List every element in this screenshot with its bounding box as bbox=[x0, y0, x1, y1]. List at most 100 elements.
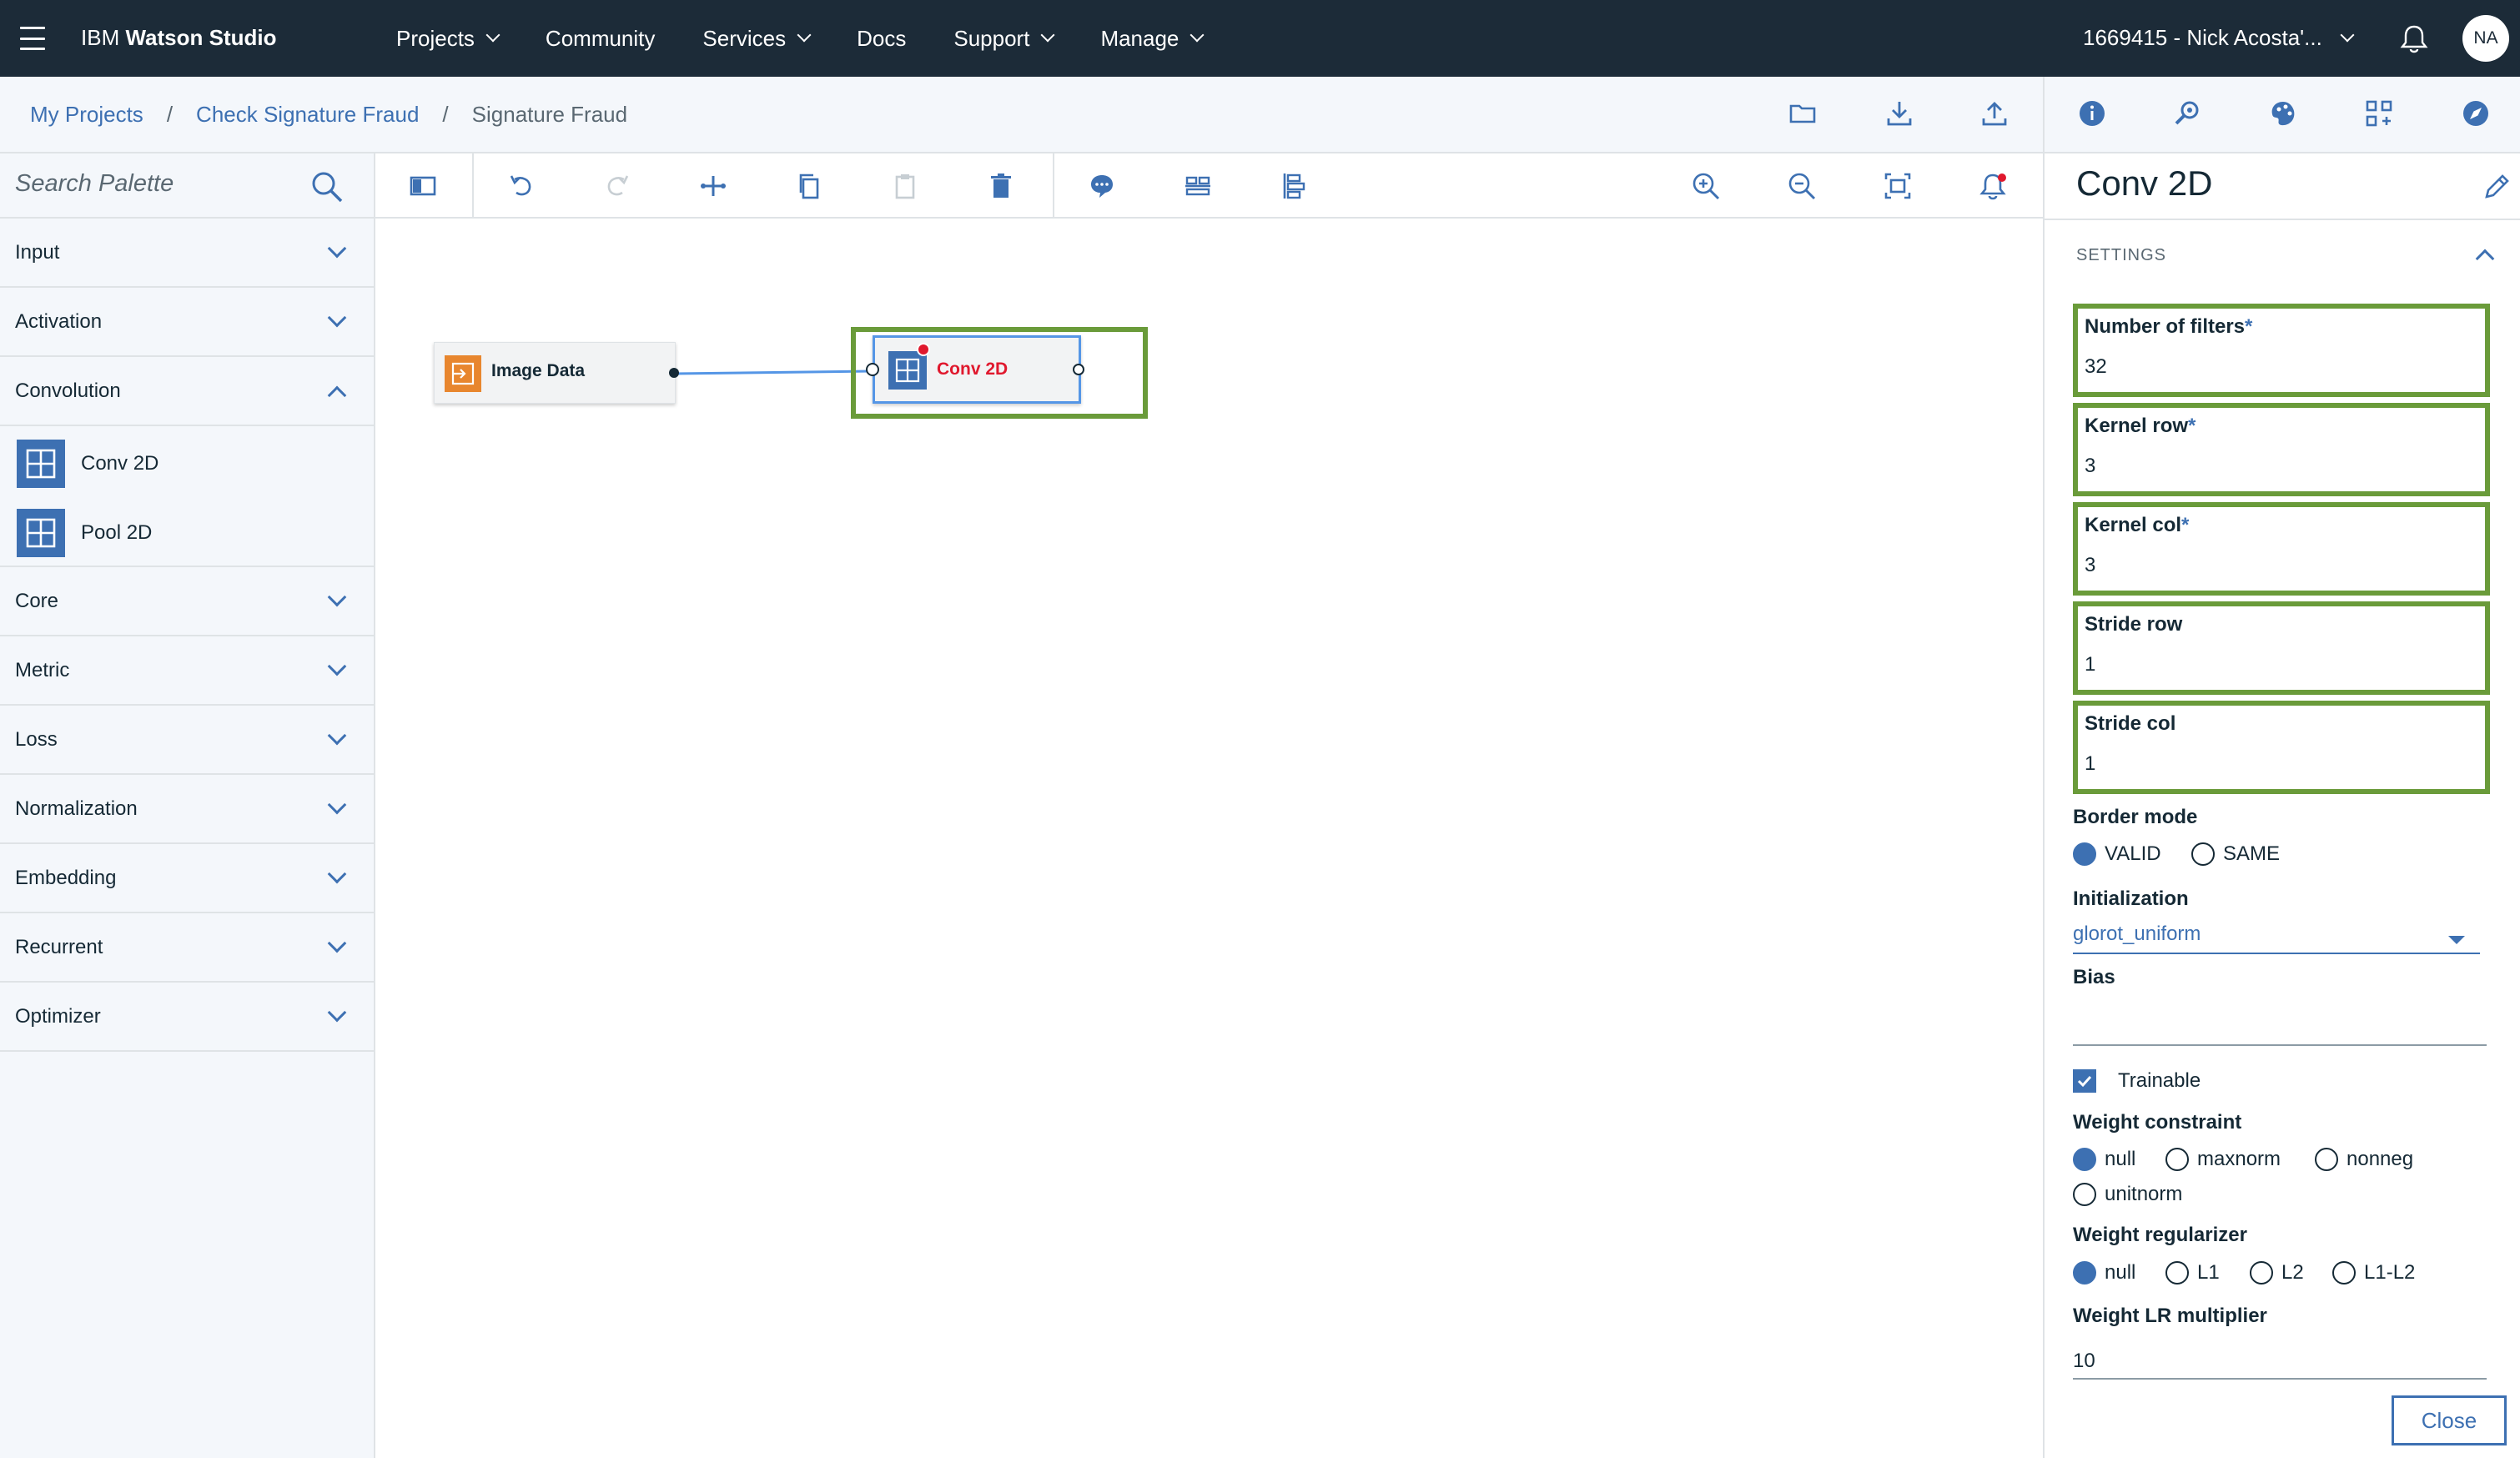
node-conv-2d[interactable]: Conv 2D bbox=[866, 335, 1084, 404]
radio-unselected-icon bbox=[2332, 1261, 2356, 1285]
search-input[interactable] bbox=[15, 170, 299, 198]
node-image-data[interactable]: Image Data bbox=[434, 342, 679, 404]
palette-category-recurrent[interactable]: Recurrent bbox=[0, 913, 375, 983]
align-vertical-icon[interactable] bbox=[1277, 169, 1310, 203]
field-label: Stride col bbox=[2085, 712, 2175, 736]
chevron-down-icon bbox=[327, 1003, 347, 1023]
zoom-out-icon[interactable] bbox=[1785, 169, 1818, 203]
trainable-checkbox[interactable]: Trainable bbox=[2073, 1069, 2201, 1093]
panel-title: Conv 2D bbox=[2076, 163, 2213, 203]
weight-lr-multiplier-input[interactable] bbox=[2073, 1338, 2487, 1378]
weight-regularizer-l1-l2-radio[interactable]: L1-L2 bbox=[2332, 1261, 2415, 1285]
palette-category-input[interactable]: Input bbox=[0, 219, 375, 288]
toolbar-divider bbox=[472, 153, 474, 219]
node-label: Conv 2D bbox=[937, 359, 1009, 379]
palette-item-conv-2d[interactable]: Conv 2D bbox=[0, 429, 375, 498]
weight-constraint-maxnorm-radio[interactable]: maxnorm bbox=[2165, 1148, 2281, 1171]
account-switcher[interactable]: 1669415 - Nick Acosta'... bbox=[2083, 25, 2355, 51]
weight-constraint-null-radio[interactable]: null bbox=[2073, 1148, 2135, 1171]
palette-category-metric[interactable]: Metric bbox=[0, 636, 375, 706]
bias-field bbox=[2073, 1004, 2487, 1046]
weight-regularizer-null-radio[interactable]: null bbox=[2073, 1261, 2135, 1285]
input-port[interactable] bbox=[866, 363, 879, 376]
radio-selected-icon bbox=[2073, 1261, 2096, 1285]
delete-icon[interactable] bbox=[984, 169, 1018, 203]
field-label-text: Kernel col bbox=[2085, 514, 2182, 536]
palette-category-embedding[interactable]: Embedding bbox=[0, 844, 375, 913]
node-link[interactable] bbox=[673, 370, 873, 375]
node-label: Image Data bbox=[491, 361, 586, 380]
field-number-of-filters: Number of filters* bbox=[2073, 304, 2490, 397]
output-port[interactable] bbox=[1073, 364, 1084, 375]
palette-category-normalization[interactable]: Normalization bbox=[0, 775, 375, 844]
radio-label: VALID bbox=[2105, 842, 2161, 865]
upload-icon[interactable] bbox=[1979, 98, 2009, 128]
flow-canvas[interactable]: Image Data Conv 2D bbox=[375, 219, 2043, 1458]
menu-icon[interactable] bbox=[20, 27, 45, 50]
bias-input[interactable] bbox=[2073, 1004, 2487, 1044]
palette-category-optimizer[interactable]: Optimizer bbox=[0, 983, 375, 1052]
nav-projects[interactable]: Projects bbox=[396, 25, 500, 52]
category-label: Input bbox=[15, 240, 60, 264]
fit-to-screen-icon[interactable] bbox=[1881, 169, 1914, 203]
initialization-label: Initialization bbox=[2073, 887, 2189, 910]
align-horizontal-icon[interactable] bbox=[1181, 169, 1215, 203]
error-indicator-icon[interactable] bbox=[917, 343, 930, 356]
nav-community-label: Community bbox=[545, 25, 656, 51]
close-button[interactable]: Close bbox=[2392, 1395, 2507, 1445]
kernel-col-input[interactable] bbox=[2085, 554, 2477, 577]
undo-icon[interactable] bbox=[505, 169, 538, 203]
arrange-icon[interactable] bbox=[697, 169, 730, 203]
nav-manage[interactable]: Manage bbox=[1100, 26, 1205, 52]
field-kernel-col: Kernel col* bbox=[2073, 502, 2490, 596]
nav-docs[interactable]: Docs bbox=[857, 26, 906, 52]
compass-icon[interactable] bbox=[2459, 97, 2492, 130]
nav-support[interactable]: Support bbox=[953, 26, 1055, 52]
copy-icon[interactable] bbox=[792, 169, 826, 203]
nav-projects-label: Projects bbox=[396, 25, 475, 51]
grid-icon bbox=[17, 508, 65, 557]
notifications-icon[interactable] bbox=[1977, 169, 2010, 203]
toggle-palette-icon[interactable] bbox=[406, 169, 440, 203]
weight-regularizer-l2-radio[interactable]: L2 bbox=[2250, 1261, 2304, 1285]
palette-category-loss[interactable]: Loss bbox=[0, 706, 375, 775]
nav-services[interactable]: Services bbox=[702, 26, 812, 52]
radio-selected-icon bbox=[2073, 1148, 2096, 1171]
palette-category-activation[interactable]: Activation bbox=[0, 288, 375, 357]
avatar[interactable]: NA bbox=[2462, 15, 2509, 62]
weight-constraint-unitnorm-radio[interactable]: unitnorm bbox=[2073, 1183, 2182, 1206]
kernel-row-input[interactable] bbox=[2085, 455, 2477, 478]
stride-row-input[interactable] bbox=[2085, 653, 2477, 676]
comment-icon[interactable] bbox=[1085, 169, 1119, 203]
zoom-in-icon[interactable] bbox=[1689, 169, 1723, 203]
output-port[interactable] bbox=[669, 368, 679, 378]
nav-community[interactable]: Community bbox=[546, 26, 655, 52]
border-mode-same-radio[interactable]: SAME bbox=[2191, 842, 2280, 866]
stride-col-input[interactable] bbox=[2085, 752, 2477, 776]
edit-pencil-icon[interactable] bbox=[2480, 170, 2513, 204]
palette-item-pool-2d[interactable]: Pool 2D bbox=[0, 498, 375, 567]
download-icon[interactable] bbox=[1884, 98, 1914, 128]
info-icon[interactable] bbox=[2075, 97, 2109, 130]
palette-icon[interactable] bbox=[2266, 97, 2300, 130]
field-label-text: Stride row bbox=[2085, 613, 2183, 636]
breadcrumb-my-projects[interactable]: My Projects bbox=[30, 102, 143, 128]
settings-section-header[interactable]: SETTINGS bbox=[2045, 219, 2520, 290]
palette-category-core[interactable]: Core bbox=[0, 567, 375, 636]
checkbox-label: Trainable bbox=[2118, 1069, 2201, 1092]
notification-bell-icon[interactable] bbox=[2399, 23, 2429, 53]
border-mode-valid-radio[interactable]: VALID bbox=[2073, 842, 2161, 866]
flow-icon[interactable] bbox=[2362, 97, 2396, 130]
folder-icon[interactable] bbox=[1788, 98, 1818, 128]
number-of-filters-input[interactable] bbox=[2085, 355, 2477, 379]
palette-category-convolution[interactable]: Convolution bbox=[0, 357, 375, 426]
brand-logo[interactable]: IBM Watson Studio bbox=[81, 25, 276, 51]
top-navigation: IBM Watson Studio Projects Community Ser… bbox=[0, 0, 2520, 77]
search-icon[interactable] bbox=[310, 170, 344, 204]
initialization-select[interactable]: glorot_uniform bbox=[2073, 918, 2480, 954]
breadcrumb-current: Signature Fraud bbox=[471, 102, 628, 127]
weight-regularizer-l1-radio[interactable]: L1 bbox=[2165, 1261, 2220, 1285]
weight-constraint-nonneg-radio[interactable]: nonneg bbox=[2315, 1148, 2413, 1171]
search-settings-icon[interactable] bbox=[2170, 97, 2204, 130]
breadcrumb-check-signature-fraud[interactable]: Check Signature Fraud bbox=[196, 102, 419, 128]
